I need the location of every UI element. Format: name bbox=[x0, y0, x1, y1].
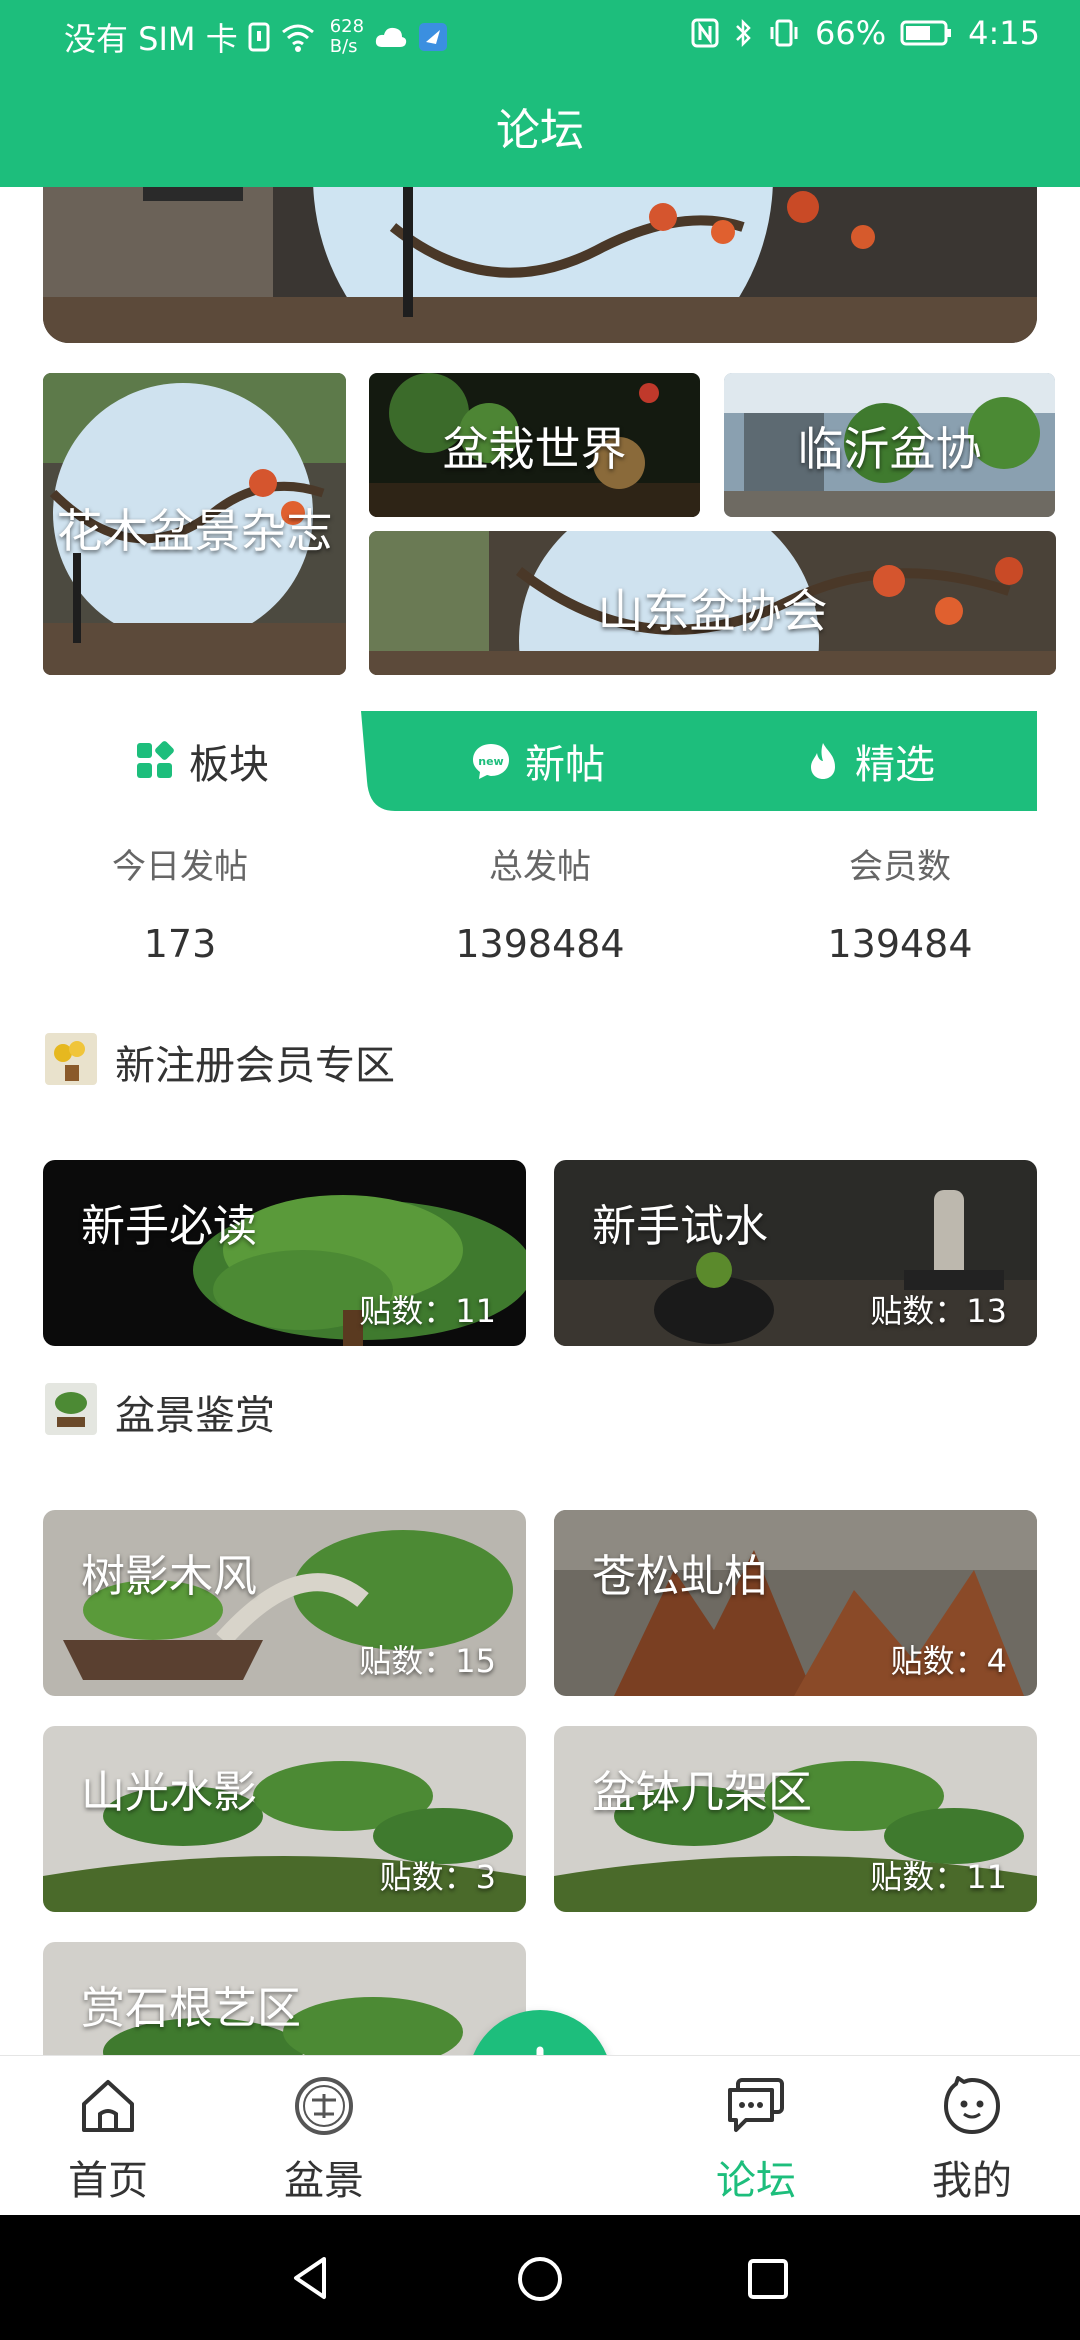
board-post-count: 贴数：3 bbox=[379, 1858, 496, 1896]
tab-featured-label: 精选 bbox=[855, 742, 935, 788]
board-card[interactable]: 新手必读 贴数：11 bbox=[43, 1160, 526, 1346]
clock: 4:15 bbox=[968, 14, 1040, 52]
banner-magazine[interactable]: 花木盆景杂志 bbox=[43, 373, 346, 675]
board-title: 赏石根艺区 bbox=[81, 1983, 301, 2034]
nav-home[interactable]: 首页 bbox=[28, 2074, 188, 2206]
banner-world-label: 盆栽世界 bbox=[442, 422, 627, 476]
tab-sections-label: 板块 bbox=[189, 742, 269, 788]
nav-bonsai[interactable]: 盆景 bbox=[244, 2074, 404, 2206]
nav-profile-label: 我的 bbox=[932, 2158, 1012, 2204]
nav-bonsai-label: 盆景 bbox=[284, 2158, 364, 2204]
section-appreciation-title: 盆景鉴赏 bbox=[115, 1393, 275, 1439]
board-title: 新手必读 bbox=[81, 1201, 257, 1252]
status-right: 66% 4:15 bbox=[691, 14, 1040, 52]
tab-sections[interactable]: 板块 bbox=[43, 711, 361, 811]
battery-percent: 66% bbox=[815, 14, 887, 52]
hero-banner[interactable] bbox=[43, 187, 1037, 343]
nav-forum[interactable]: 论坛 bbox=[676, 2074, 836, 2206]
battery-icon bbox=[900, 20, 952, 46]
board-title: 新手试水 bbox=[592, 1201, 768, 1252]
board-title: 山光水影 bbox=[81, 1767, 257, 1818]
banner-linyi-label: 临沂盆协 bbox=[797, 422, 982, 476]
stat-members-value: 139484 bbox=[827, 922, 973, 966]
forum-tabs: 板块 new 新帖 精选 bbox=[43, 711, 1037, 811]
network-speed: 628 B/s bbox=[330, 17, 364, 57]
status-left: 没有 SIM 卡 628 B/s bbox=[64, 14, 448, 60]
banner-linyi[interactable]: 临沂盆协 bbox=[724, 373, 1055, 517]
banner-shandong[interactable]: 山东盆协会 bbox=[369, 531, 1056, 675]
nfc-icon bbox=[691, 18, 719, 48]
board-card[interactable]: 树影木风 贴数：15 bbox=[43, 1510, 526, 1696]
board-post-count: 贴数：15 bbox=[359, 1642, 496, 1680]
cloud-icon bbox=[375, 27, 407, 47]
wifi-icon bbox=[281, 24, 314, 52]
recents-icon[interactable] bbox=[746, 2257, 790, 2301]
stat-members-label: 会员数 bbox=[849, 847, 951, 887]
forum-icon bbox=[728, 2078, 784, 2132]
section-appreciation-icon bbox=[45, 1383, 97, 1435]
board-post-count: 贴数：11 bbox=[359, 1292, 496, 1330]
home-icon bbox=[82, 2080, 134, 2132]
nav-forum-label: 论坛 bbox=[716, 2158, 796, 2204]
carrier-text: 没有 SIM 卡 bbox=[64, 20, 238, 58]
profile-icon bbox=[944, 2076, 1000, 2134]
bottom-nav: 首页 盆景 论坛 我的 bbox=[0, 2055, 1080, 2215]
board-title: 盆钵几架区 bbox=[592, 1767, 812, 1818]
bonsai-icon bbox=[295, 2077, 353, 2135]
board-post-count: 贴数：13 bbox=[870, 1292, 1007, 1330]
board-title: 树影木风 bbox=[81, 1551, 257, 1602]
board-card[interactable]: 新手试水 贴数：13 bbox=[554, 1160, 1037, 1346]
nav-profile[interactable]: 我的 bbox=[892, 2074, 1052, 2206]
page-title: 论坛 bbox=[0, 75, 1080, 187]
stat-today-label: 今日发帖 bbox=[112, 847, 248, 887]
vibrate-icon bbox=[770, 19, 798, 47]
board-post-count: 贴数：4 bbox=[890, 1642, 1007, 1680]
fire-icon bbox=[811, 743, 835, 779]
banner-shandong-label: 山东盆协会 bbox=[597, 584, 828, 638]
speed-value: 628 bbox=[329, 16, 365, 37]
grid-icon bbox=[137, 741, 174, 778]
banner-world[interactable]: 盆栽世界 bbox=[369, 373, 700, 517]
stat-today-value: 173 bbox=[143, 922, 217, 966]
stat-total-label: 总发帖 bbox=[489, 847, 591, 887]
tab-new-posts[interactable]: new 新帖 bbox=[373, 711, 703, 811]
bluetooth-icon bbox=[736, 18, 751, 48]
board-post-count: 贴数：11 bbox=[870, 1858, 1007, 1896]
stat-total-value: 1398484 bbox=[455, 922, 625, 966]
sim-icon bbox=[248, 22, 270, 52]
status-bar: 没有 SIM 卡 628 B/s 66% 4:15 bbox=[0, 0, 1080, 75]
tab-featured[interactable]: 精选 bbox=[703, 711, 1037, 811]
system-nav-bar bbox=[0, 2215, 1080, 2340]
app-notification-icon bbox=[419, 23, 448, 51]
new-icon: new bbox=[473, 744, 509, 779]
board-card[interactable]: 赏石根艺区 bbox=[43, 1942, 526, 2055]
section-new-members-title: 新注册会员专区 bbox=[115, 1043, 395, 1089]
board-card[interactable]: 盆钵几架区 贴数：11 bbox=[554, 1726, 1037, 1912]
board-card[interactable]: 苍松虬柏 贴数：4 bbox=[554, 1510, 1037, 1696]
board-card[interactable]: 山光水影 贴数：3 bbox=[43, 1726, 526, 1912]
section-new-members-icon bbox=[45, 1033, 97, 1085]
tab-new-posts-label: 新帖 bbox=[525, 742, 605, 788]
board-title: 苍松虬柏 bbox=[592, 1551, 768, 1602]
speed-unit: B/s bbox=[329, 36, 358, 57]
home-circle-icon[interactable] bbox=[516, 2255, 564, 2303]
svg-text:new: new bbox=[478, 755, 503, 768]
hero-banner-image bbox=[43, 187, 1037, 343]
back-icon[interactable] bbox=[288, 2255, 334, 2301]
banner-magazine-label: 花木盆景杂志 bbox=[56, 504, 333, 558]
nav-home-label: 首页 bbox=[68, 2158, 148, 2204]
forum-content[interactable]: 花木盆景杂志 盆栽世界 临沂盆协 山东盆协会 板块 new 新帖 精选 今日发帖… bbox=[0, 187, 1080, 2055]
